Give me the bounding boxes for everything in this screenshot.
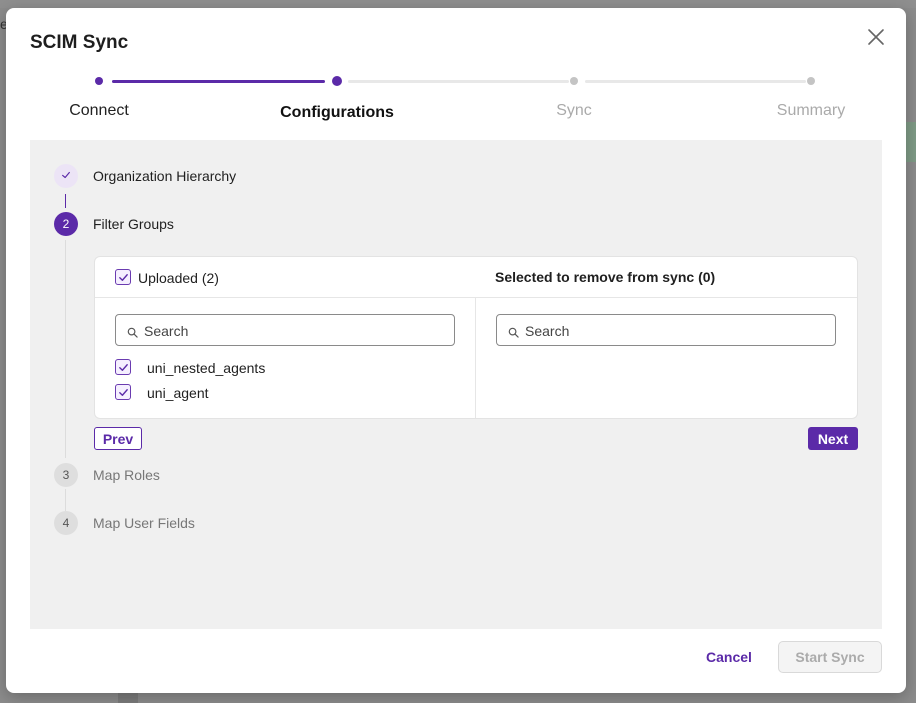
uploaded-select-all-checkbox[interactable]: [115, 269, 131, 285]
stepper-label-connect: Connect: [69, 102, 129, 119]
next-button[interactable]: Next: [808, 427, 858, 450]
backdrop-banner-edge: [906, 122, 916, 162]
step-label-organization-hierarchy[interactable]: Organization Hierarchy: [93, 168, 236, 184]
step-label-filter-groups: Filter Groups: [93, 216, 174, 232]
selected-remove-label: Selected to remove from sync (0): [495, 269, 716, 285]
stepper-dot-sync: [570, 77, 578, 85]
stepper-dot-configurations: [332, 76, 342, 86]
step-connector: [65, 489, 66, 511]
group-label-uni-nested-agents: uni_nested_agents: [147, 360, 266, 376]
group-checkbox-uni-agent[interactable]: [115, 384, 131, 400]
start-sync-button[interactable]: Start Sync: [778, 641, 882, 673]
step-connector: [65, 194, 66, 208]
close-icon[interactable]: [866, 27, 886, 47]
uploaded-count-label: Uploaded (2): [138, 270, 219, 286]
prev-button[interactable]: Prev: [94, 427, 142, 450]
panel-header: Uploaded (2) Selected to remove from syn…: [95, 257, 857, 298]
uploaded-search-field[interactable]: [115, 314, 455, 346]
group-label-uni-agent: uni_agent: [147, 385, 209, 401]
sync-stepper: Connect Configurations Sync Summary: [6, 70, 906, 130]
backdrop-footer-edge: [118, 692, 138, 703]
stepper-label-sync: Sync: [556, 102, 592, 119]
group-checkbox-uni-nested-agents[interactable]: [115, 359, 131, 375]
step-number-badge: 2: [54, 212, 78, 236]
step-complete-badge: [54, 164, 78, 188]
backdrop-header: [0, 0, 916, 8]
cancel-button[interactable]: Cancel: [706, 649, 752, 665]
configuration-content: Organization Hierarchy 2 Filter Groups U…: [30, 140, 882, 629]
search-icon: [127, 325, 138, 338]
selected-search-field[interactable]: [496, 314, 836, 346]
stepper-dot-summary: [807, 77, 815, 85]
selected-search-input[interactable]: [525, 320, 825, 342]
search-icon: [508, 325, 519, 338]
uploaded-search-input[interactable]: [144, 320, 444, 342]
step-number-badge: 4: [54, 511, 78, 535]
stepper-label-summary: Summary: [776, 102, 846, 119]
scim-sync-dialog: SCIM Sync Connect Configurations Sync Su…: [6, 8, 906, 693]
panel-divider: [475, 298, 476, 418]
stepper-dot-connect: [95, 77, 103, 85]
stepper-line-configurations: [348, 80, 569, 83]
check-icon: [61, 169, 71, 183]
step-label-map-user-fields: Map User Fields: [93, 515, 195, 531]
dialog-title: SCIM Sync: [30, 32, 129, 53]
stepper-line-connect: [112, 80, 325, 83]
step-label-map-roles: Map Roles: [93, 467, 160, 483]
step-number-badge: 3: [54, 463, 78, 487]
step-connector: [65, 240, 66, 458]
filter-groups-panel: Uploaded (2) Selected to remove from syn…: [94, 256, 858, 419]
stepper-label-configurations: Configurations: [280, 104, 394, 121]
stepper-line-sync: [585, 80, 806, 83]
